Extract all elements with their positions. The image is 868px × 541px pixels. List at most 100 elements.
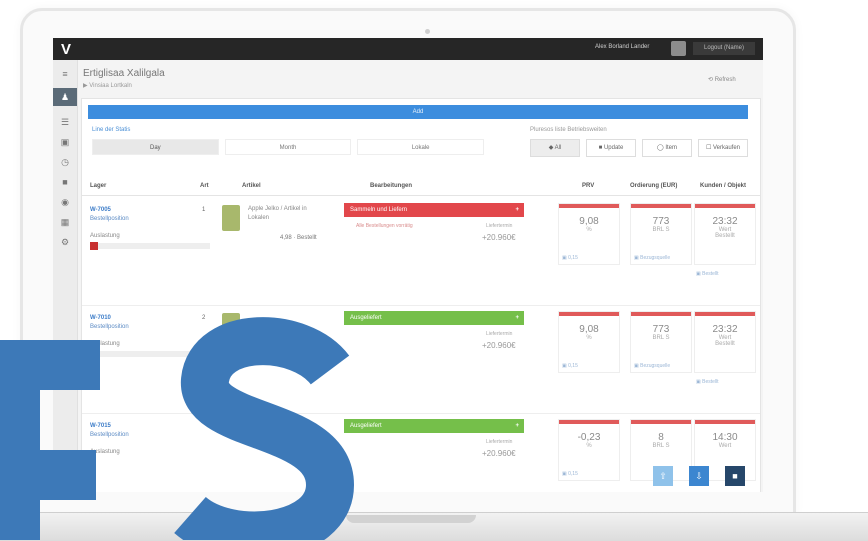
settings-icon[interactable]: ⚙ xyxy=(57,236,73,248)
kpi-unit: BRL S xyxy=(652,443,670,449)
user-name[interactable]: Alex Borland Lander xyxy=(595,44,649,50)
article-name[interactable]: Apple Jelko / Artikel in Lokalen xyxy=(248,205,308,223)
progress-label: Auslastung xyxy=(90,449,120,455)
kpi-unit: % xyxy=(586,443,592,449)
kpi-value: 773 xyxy=(652,216,670,227)
kpi-bar xyxy=(631,204,691,208)
progress-marker xyxy=(90,350,98,358)
kpi-footnote: ▣ 0,15 xyxy=(562,255,578,261)
column-header[interactable]: PRV xyxy=(582,183,594,189)
kpi-footnote: ▣ Bestellt xyxy=(696,271,719,277)
plus-icon[interactable]: + xyxy=(515,203,519,217)
progress-bar xyxy=(90,350,210,358)
kpi-footnote: ▣ Bestellt xyxy=(696,379,719,385)
kpi-value: -0,23 xyxy=(577,432,601,443)
kpi-footnote: ▣ Bezugsquelle xyxy=(634,255,671,261)
product-thumbnail xyxy=(222,205,240,231)
status-date: Liefertermin xyxy=(486,439,513,445)
filter-all-button[interactable]: ◆ All xyxy=(530,139,580,157)
kpi-bar xyxy=(695,312,755,316)
order-qty: 2 xyxy=(202,315,206,321)
add-button[interactable]: Add xyxy=(88,105,748,119)
kpi-unit: Wert xyxy=(718,443,732,449)
status-note: Alle Bestellungen vorrätig xyxy=(356,223,413,229)
progress-bar xyxy=(90,242,210,250)
app-logo[interactable]: V xyxy=(61,41,71,58)
status-amount: +20.960€ xyxy=(482,233,516,242)
kpi-bar xyxy=(695,204,755,208)
article-price: 4,98 · Bestellt xyxy=(280,235,317,241)
kpi-unit: % xyxy=(586,227,592,233)
kpi-value: 23:32 xyxy=(712,324,738,335)
grid-icon[interactable]: ▦ xyxy=(57,216,73,228)
home-icon[interactable]: ≡ xyxy=(57,68,73,80)
filter-item-button[interactable]: ◯ Item xyxy=(642,139,692,157)
kpi-value: 9,08 xyxy=(579,324,599,335)
kpi-value: 14:30 xyxy=(712,432,738,443)
kpi-sub: Bestellt xyxy=(715,233,735,239)
progress-marker xyxy=(90,242,98,250)
progress-label: Auslastung xyxy=(90,233,120,239)
kpi-footnote: ▣ Bezugsquelle xyxy=(634,363,671,369)
order-id[interactable]: W-7005 xyxy=(90,207,111,213)
lock-icon[interactable]: ■ xyxy=(57,176,73,188)
column-header[interactable]: Art xyxy=(200,183,209,189)
app-screen: V Alex Borland Lander Logout (Name) ≡ ♟ … xyxy=(53,38,763,492)
plus-icon[interactable]: + xyxy=(515,419,519,433)
kpi-unit: BRL S xyxy=(652,227,670,233)
camera-dot xyxy=(425,29,430,34)
stop-button[interactable]: ■ xyxy=(725,466,745,486)
page-title: Ertiglisaa Xalilgala xyxy=(83,68,165,79)
pin-icon[interactable]: ◉ xyxy=(57,196,73,208)
scroll-down-button[interactable]: ⇩ xyxy=(689,466,709,486)
table-row[interactable]: W-7005 Bestellposition 1 Auslastung Appl… xyxy=(82,197,760,306)
progress-label: Auslastung xyxy=(90,341,120,347)
kpi-unit: % xyxy=(586,335,592,341)
sidebar: ≡ ♟ ☰ ▣ ◷ ■ ◉ ▦ ⚙ xyxy=(53,60,78,492)
filter-local[interactable]: Lokale xyxy=(357,139,485,155)
clock-icon[interactable]: ◷ xyxy=(57,156,73,168)
column-header[interactable]: Ordierung (EUR) xyxy=(630,183,677,189)
table-header: Lager Art Artikel Bearbeitungen PRV Ordi… xyxy=(82,177,760,196)
logout-button[interactable]: Logout (Name) xyxy=(693,42,755,55)
status-filter-label: Pluresos liste Betriebsweiten xyxy=(530,127,607,133)
laptop-notch xyxy=(346,515,476,523)
order-id[interactable]: W-7010 xyxy=(90,315,111,321)
kpi-bar xyxy=(559,204,619,208)
filter-group-label: Line der Statis xyxy=(92,127,131,133)
kpi-footnote: ▣ 0,15 xyxy=(562,363,578,369)
kpi-value: 9,08 xyxy=(579,216,599,227)
filter-update-button[interactable]: ■ Update xyxy=(586,139,636,157)
status-badge[interactable]: Ausgeliefert + xyxy=(344,419,524,433)
scroll-up-button[interactable]: ⇧ xyxy=(653,466,673,486)
kpi-value: 773 xyxy=(652,324,670,335)
users-icon[interactable]: ♟ xyxy=(53,88,77,106)
column-header[interactable]: Artikel xyxy=(242,183,261,189)
status-badge[interactable]: Ausgeliefert + xyxy=(344,311,524,325)
column-header[interactable]: Kunden / Objekt xyxy=(700,183,746,189)
status-badge[interactable]: Sammeln und Liefern + xyxy=(344,203,524,217)
kpi-sub: Bestellt xyxy=(715,341,735,347)
column-header[interactable]: Lager xyxy=(90,183,106,189)
plus-icon[interactable]: + xyxy=(515,311,519,325)
filter-sell-button[interactable]: ☐ Verkaufen xyxy=(698,139,748,157)
kpi-footnote: ▣ 0,15 xyxy=(562,471,578,477)
box-icon[interactable]: ▣ xyxy=(57,136,73,148)
filter-day[interactable]: Day xyxy=(92,139,219,155)
kpi-bar xyxy=(559,420,619,424)
kpi-bar xyxy=(631,312,691,316)
period-filter: Day Month Lokale xyxy=(92,139,485,155)
breadcrumb[interactable]: ▶ Vinsiaa Lortkaln xyxy=(83,82,132,89)
article-name[interactable]: BRAT HERHD - Artikel Portionen xyxy=(248,421,308,439)
order-type: Bestellposition xyxy=(90,432,129,438)
list-icon[interactable]: ☰ xyxy=(57,116,73,128)
refresh-button[interactable]: ⟲ Refresh xyxy=(708,76,736,83)
filter-month[interactable]: Month xyxy=(224,139,352,155)
status-amount: +20.960€ xyxy=(482,449,516,458)
column-header[interactable]: Bearbeitungen xyxy=(370,183,412,189)
status-label: Ausgeliefert xyxy=(350,423,382,429)
avatar[interactable] xyxy=(671,41,686,56)
order-id[interactable]: W-7015 xyxy=(90,423,111,429)
table-row[interactable]: W-7010 Bestellposition 2 Auslastung Ausg… xyxy=(82,305,760,414)
kpi-bar xyxy=(559,312,619,316)
